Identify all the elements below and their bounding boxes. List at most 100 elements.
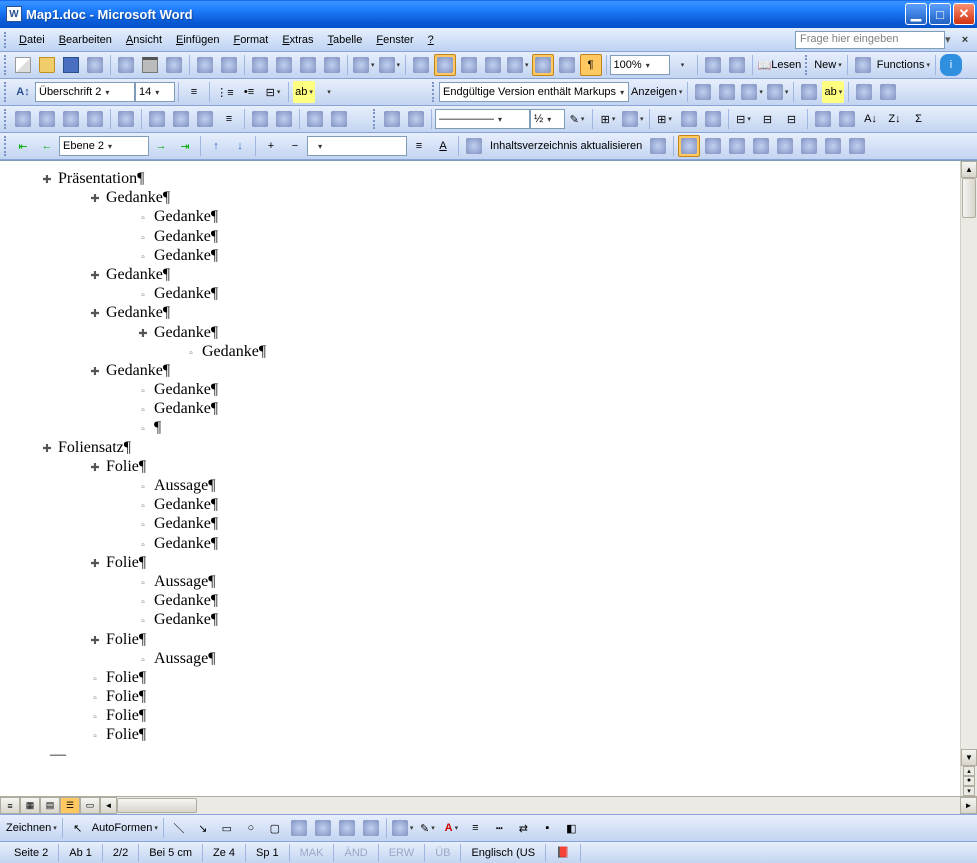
outline-marker-icon[interactable] [136, 402, 150, 417]
outline-row[interactable]: Aussage [20, 649, 940, 668]
level-combo[interactable]: Ebene 2▾ [59, 136, 149, 156]
outline-text[interactable]: Gedanke [150, 514, 218, 533]
outline-text[interactable]: Gedanke [198, 342, 266, 361]
numbered-list-button[interactable]: ⋮≡ [214, 81, 236, 103]
highlight2-button[interactable]: ab [822, 81, 844, 103]
new-doc-button[interactable] [12, 54, 34, 76]
toolbar-handle[interactable] [4, 55, 9, 75]
reject-change-button[interactable] [766, 81, 790, 103]
outline-marker-icon[interactable] [136, 613, 150, 628]
outline-text[interactable]: Folie [102, 630, 146, 649]
outline-text[interactable]: Folie [102, 668, 146, 687]
outline-text[interactable]: Folie [102, 687, 146, 706]
menu-format[interactable]: Format [226, 31, 275, 49]
outline-row[interactable]: Foliensatz [20, 438, 940, 457]
draw-table-button[interactable] [381, 108, 403, 130]
zoom-dropdown[interactable] [671, 54, 693, 76]
outline-marker-icon[interactable] [136, 517, 150, 532]
menu-einfügen[interactable]: Einfügen [169, 31, 226, 49]
outline-marker-icon[interactable] [88, 364, 102, 379]
copy-button[interactable] [273, 54, 295, 76]
status-lang[interactable]: Englisch (US [461, 844, 546, 862]
textbox-button[interactable]: ▢ [264, 817, 286, 839]
save-button[interactable] [60, 54, 82, 76]
outline-row[interactable]: Gedanke [20, 246, 940, 265]
web-view-button[interactable]: ▦ [20, 797, 40, 814]
doc-close-button[interactable]: × [957, 34, 973, 46]
sort-desc-button[interactable]: Z↓ [884, 108, 906, 130]
menu-?[interactable]: ? [421, 31, 441, 49]
outline-text[interactable]: Gedanke [102, 188, 170, 207]
horizontal-scrollbar[interactable]: ◄ ► [100, 797, 977, 814]
outline-row[interactable]: Gedanke [20, 323, 940, 342]
tb3-btn13[interactable] [328, 108, 350, 130]
print-view-button[interactable]: ▤ [40, 797, 60, 814]
move-down-button[interactable]: ↓ [229, 135, 251, 157]
doc-map-button[interactable] [556, 54, 578, 76]
menu-datei[interactable]: Datei [12, 31, 52, 49]
outline-marker-icon[interactable] [40, 441, 54, 456]
border-color-button[interactable]: ✎ [566, 108, 588, 130]
outline-text[interactable]: Gedanke [150, 534, 218, 553]
toc-update-button[interactable] [647, 135, 669, 157]
subdoc1-button[interactable] [702, 135, 724, 157]
menu-fenster[interactable]: Fenster [369, 31, 420, 49]
fill-color-button[interactable] [391, 817, 415, 839]
outline-row[interactable]: Folie [20, 457, 940, 476]
outline-view-button[interactable]: ☰ [60, 797, 80, 814]
outline-text[interactable]: Gedanke [150, 591, 218, 610]
line-style-button[interactable]: ≡ [464, 817, 486, 839]
tb3-btn9[interactable]: ≡ [218, 108, 240, 130]
outline-row[interactable]: Gedanke [20, 610, 940, 629]
expand-button[interactable]: + [260, 135, 282, 157]
style-combo[interactable]: Überschrift 2▾ [35, 82, 135, 102]
eraser-button[interactable] [405, 108, 427, 130]
subdoc5-button[interactable] [798, 135, 820, 157]
show-marks-button[interactable]: ¶ [580, 54, 602, 76]
outline-marker-icon[interactable] [88, 690, 102, 705]
subdoc7-button[interactable] [846, 135, 868, 157]
help-search-dropdown[interactable]: ▾ [945, 33, 957, 46]
multilevel-list-button[interactable]: ⊟ [262, 81, 284, 103]
columns-button[interactable] [506, 54, 530, 76]
toolbar-handle[interactable] [4, 136, 9, 156]
demote-button[interactable]: → [150, 135, 172, 157]
outline-marker-icon[interactable] [136, 537, 150, 552]
split-cells-button[interactable] [702, 108, 724, 130]
status-mak[interactable]: MAK [290, 844, 335, 862]
track-changes-button[interactable] [853, 81, 875, 103]
distribute-cols-button[interactable]: ⊟ [781, 108, 803, 130]
close-button[interactable]: ✕ [953, 3, 975, 25]
outline-marker-icon[interactable] [136, 575, 150, 590]
autoformat-button[interactable] [812, 108, 834, 130]
dash-style-button[interactable]: ┅ [488, 817, 510, 839]
line-button[interactable]: ＼ [168, 817, 190, 839]
print-button[interactable] [139, 54, 161, 76]
tb3-btn5[interactable] [115, 108, 137, 130]
outline-row[interactable]: Gedanke [20, 284, 940, 303]
outline-marker-icon[interactable] [136, 249, 150, 264]
maximize-button[interactable]: □ [929, 3, 951, 25]
tb3-btn10[interactable] [249, 108, 271, 130]
distribute-rows-button[interactable]: ⊟ [757, 108, 779, 130]
outline-row[interactable]: Gedanke [20, 495, 940, 514]
review-pane-button[interactable] [877, 81, 899, 103]
select-objects-button[interactable]: ↖ [67, 817, 89, 839]
shading-button[interactable] [621, 108, 645, 130]
next-change-button[interactable] [716, 81, 738, 103]
arrow-button[interactable]: ↘ [192, 817, 214, 839]
outline-row[interactable]: Gedanke [20, 303, 940, 322]
prev-change-button[interactable] [692, 81, 714, 103]
outline-row[interactable]: Gedanke [20, 227, 940, 246]
outline-text[interactable]: Gedanke [150, 246, 218, 265]
shadow-button[interactable]: ▪ [536, 817, 558, 839]
outline-marker-icon[interactable] [88, 633, 102, 648]
outline-text[interactable]: Gedanke [102, 361, 170, 380]
prev-page-button[interactable]: ▴ [963, 766, 975, 776]
align-left-button[interactable]: ≡ [183, 81, 205, 103]
vertical-scrollbar[interactable]: ▲ ▼ ▴ ● ▾ [960, 161, 977, 796]
highlight-button[interactable]: ab [293, 81, 315, 103]
outline-text[interactable]: Gedanke [150, 323, 218, 342]
tb3-btn8[interactable] [194, 108, 216, 130]
link-icon[interactable] [702, 54, 724, 76]
